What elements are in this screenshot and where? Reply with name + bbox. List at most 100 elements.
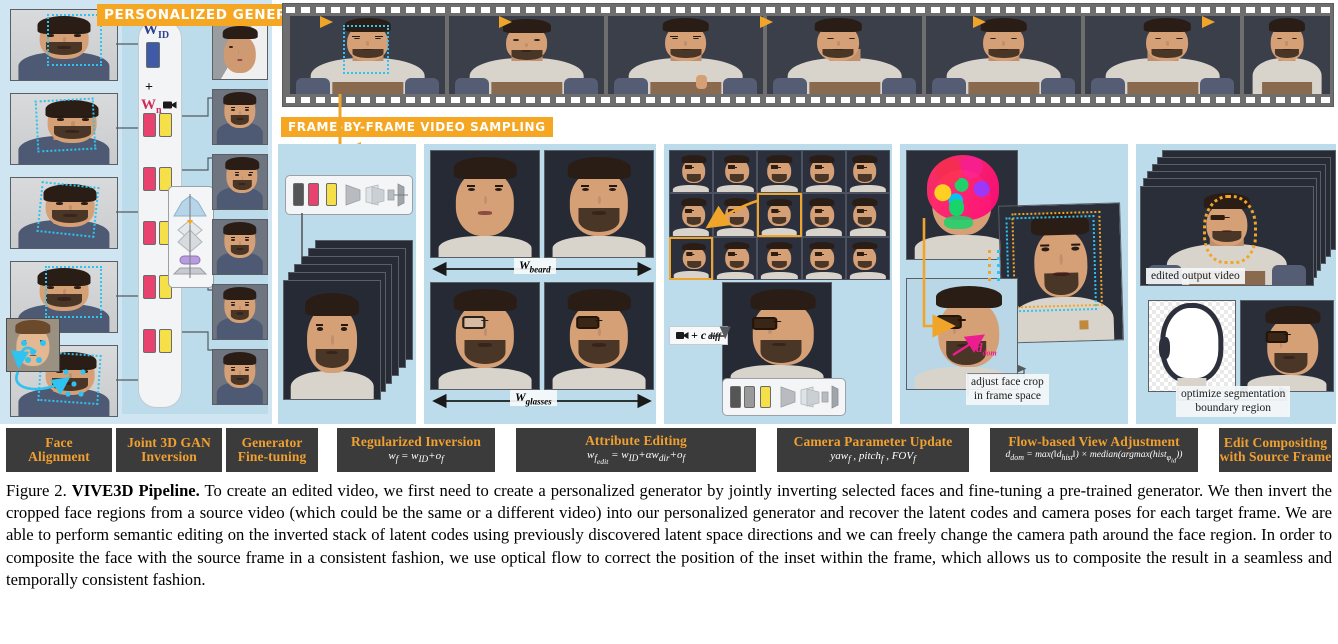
c-diff-arrow: [710, 326, 731, 340]
stage-generator-finetuning: Generator Fine-tuning: [226, 428, 318, 472]
latent-token-pink-1: [143, 113, 156, 137]
camera-selection-arrow: [705, 198, 761, 229]
stage-formula: ddom = max(‖dhist‖) × median(argmax(hist…: [1005, 449, 1183, 465]
face-photo: [608, 16, 763, 94]
stage-title-line2: Inversion: [141, 449, 197, 464]
camera-view-cell: [713, 236, 758, 280]
edit-face-top-left: [430, 150, 540, 258]
flow-to-render-arrow: [922, 218, 956, 338]
plus-sign: +: [145, 80, 153, 95]
alignment-arrow: [11, 346, 71, 395]
stage-title-line1: Joint 3D GAN: [127, 434, 211, 450]
stage-title-line1: Generator: [241, 434, 303, 450]
generator-network-icon: [345, 183, 408, 207]
figure-canvas: WID + Wn PERSONALIZED GENERATOR FRAME-BY…: [0, 0, 1338, 472]
latent-token-pink-3: [143, 221, 156, 245]
video-frame-5: [926, 16, 1081, 94]
stage-formula: wfedit = wID+αwdir+of: [587, 449, 685, 467]
generated-face-4: [212, 284, 268, 340]
stage-title: Flow-based View Adjustment: [1008, 433, 1180, 449]
edit-face-top-right: [544, 150, 654, 258]
camera-view-cell: [757, 236, 802, 280]
video-frame-1: [290, 16, 445, 94]
stage-title: Attribute Editing: [585, 432, 687, 448]
camera-view-cell-target[interactable]: [669, 236, 714, 280]
stage-arrow-5: [1202, 16, 1215, 28]
stage-title-line2: Fine-tuning: [237, 449, 307, 464]
face-photo: [545, 151, 653, 257]
w-id-token: [146, 42, 160, 68]
face-photo: [213, 155, 267, 209]
camera-generator-module: [722, 378, 846, 416]
face-photo: [284, 281, 380, 399]
stage-regularized-inversion: Regularized Inversion wf = wID+of: [337, 428, 495, 472]
face-photo: [213, 90, 267, 144]
source-frame-2: [10, 93, 118, 165]
d-dom-subscript: dom: [982, 348, 997, 358]
stage-title-line2: with Source Frame: [1219, 449, 1332, 464]
alignment-crop-box: [36, 180, 100, 238]
face-photo: [213, 285, 267, 339]
w-beard-label: Wbeard: [514, 258, 556, 275]
face-photo: [213, 350, 267, 404]
camera-view-cell: [801, 150, 846, 194]
callout-label: edited output video: [1151, 270, 1240, 282]
latent-token-yellow-5: [159, 329, 172, 353]
generated-face-3: [212, 219, 268, 275]
inverted-latent-stack: [283, 240, 413, 400]
latent-token-gray: [730, 386, 741, 408]
face-photo: [723, 283, 831, 385]
video-camera-icon: [163, 101, 177, 109]
figure-title: VIVE3D Pipeline.: [71, 481, 200, 500]
frame-sampling-badge: FRAME-BY-FRAME VIDEO SAMPLING: [281, 117, 553, 137]
latent-token-yellow: [326, 183, 337, 206]
stage-flow-adjustment: Flow-based View Adjustment ddom = max(‖d…: [990, 428, 1198, 472]
face-photo: [1244, 16, 1330, 94]
latent-token-pink-5: [143, 329, 156, 353]
generated-face-2: [212, 154, 268, 210]
latent-token-yellow-1: [159, 113, 172, 137]
alignment-crop-box: [47, 14, 103, 66]
video-frame-4: [767, 16, 922, 94]
video-frame-7: [1244, 16, 1330, 94]
generator-network-icon: [780, 385, 839, 409]
composited-face-closeup: [1240, 300, 1334, 392]
generated-face-1: [212, 89, 268, 145]
stage-joint-inversion: Joint 3D GAN Inversion: [116, 428, 222, 472]
generated-face-5: [212, 349, 268, 405]
video-frame-3: [608, 16, 763, 94]
sunglasses: [752, 316, 802, 330]
callout-line-1: optimize segmentation: [1181, 388, 1286, 400]
callout-line-1: adjust face crop: [971, 376, 1044, 388]
face-photo: [431, 151, 539, 257]
stage-formula: yawf , pitchf , FOVf: [830, 450, 916, 465]
film-sprockets-bottom: [286, 97, 1330, 103]
figure-number: Figure 2.: [6, 481, 67, 500]
stage-title: Regularized Inversion: [351, 434, 481, 449]
w-id-subscript: ID: [158, 30, 170, 41]
figure-caption-text: To create an edited video, we first need…: [6, 481, 1332, 589]
face-crop-box: [342, 25, 390, 75]
segmentation-mask: [1148, 300, 1236, 392]
segmentation-callout: optimize segmentation boundary region: [1176, 386, 1291, 417]
camera-view-cell-selected[interactable]: [757, 193, 802, 237]
stage-camera-update: Camera Parameter Update yawf , pitchf , …: [777, 428, 969, 472]
stage-arrow-3: [760, 16, 773, 28]
badge-label: FRAME-BY-FRAME VIDEO SAMPLING: [288, 120, 546, 134]
sunglasses: [576, 315, 621, 330]
stage-arrow-2: [499, 16, 512, 28]
camera-view-cell: [845, 150, 890, 194]
camera-view-cell: [845, 236, 890, 280]
face-photo: [431, 283, 539, 389]
face-photo: [545, 283, 653, 389]
film-sprockets-top: [286, 7, 1330, 13]
camera-updated-render: [722, 282, 832, 386]
stage-attribute-editing: Attribute Editing wfedit = wID+αwdir+of: [516, 428, 756, 472]
w-glasses-subscript: glasses: [525, 396, 552, 407]
sunglasses: [1265, 330, 1308, 343]
w-beard-letter: W: [519, 258, 530, 272]
figure-caption: Figure 2. VIVE3D Pipeline. To create an …: [6, 480, 1332, 591]
crop-offset-indicator: [988, 250, 1000, 281]
stage-arrow-4: [973, 16, 986, 28]
stage-edit-compositing: Edit Compositing with Source Frame: [1219, 428, 1332, 472]
